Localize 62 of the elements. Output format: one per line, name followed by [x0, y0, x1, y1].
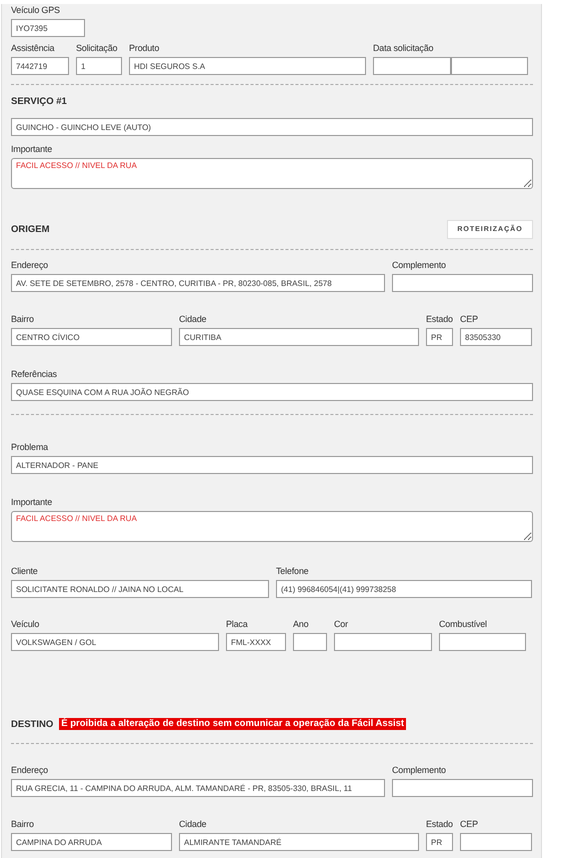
input-field[interactable]: RUA GRECIA, 11 - CAMPINA DO ARRUDA, ALM. TAMANDARÉ - PR, 83505-330, BRASIL, 11: [11, 779, 385, 797]
warning-banner: É proibida a alteração de destino sem comunicar a operação da Fácil Assist: [59, 718, 406, 730]
input-field[interactable]: [439, 633, 526, 651]
field-label: Assistência: [11, 42, 56, 54]
text-area[interactable]: FACIL ACESSO // NIVEL DA RUA: [11, 158, 533, 189]
field-label: Data solicitação: [373, 42, 434, 54]
input-field[interactable]: QUASE ESQUINA COM A RUA JOÃO NEGRÃO: [11, 383, 533, 401]
input-field[interactable]: PR: [426, 833, 453, 851]
field-label: CEP: [460, 313, 479, 325]
input-field[interactable]: SOLICITANTE RONALDO // JAINA NO LOCAL: [11, 580, 269, 598]
input-field[interactable]: IYO7395: [11, 19, 85, 37]
section-title: ORIGEM: [11, 224, 50, 235]
field-label: Cliente: [11, 565, 39, 577]
field-label: Importante: [11, 496, 54, 508]
input-field[interactable]: [450, 57, 528, 75]
input-field[interactable]: 83505330: [460, 328, 532, 346]
field-label: Telefone: [276, 565, 310, 577]
field-label: Cidade: [179, 313, 208, 325]
text-area[interactable]: FACIL ACESSO // NIVEL DA RUA: [11, 511, 533, 542]
field-label: Bairro: [11, 313, 35, 325]
field-label: Solicitação: [76, 42, 118, 54]
input-field[interactable]: ALMIRANTE TAMANDARÉ: [179, 833, 419, 851]
field-label: Estado: [426, 818, 453, 830]
input-field[interactable]: 1: [76, 57, 122, 75]
input-field[interactable]: [392, 274, 533, 292]
field-label: Complemento: [392, 259, 447, 271]
input-field[interactable]: [293, 633, 327, 651]
field-label: Endereço: [11, 764, 49, 776]
field-label: Estado: [426, 313, 453, 325]
field-label: Produto: [129, 42, 160, 54]
input-field[interactable]: AV. SETE DE SETEMBRO, 2578 - CENTRO, CURITIBA - PR, 80230-085, BRASIL, 2578: [11, 274, 385, 292]
field-label: Placa: [226, 618, 249, 630]
input-field[interactable]: VOLKSWAGEN / GOL: [11, 633, 219, 651]
field-label: Importante: [11, 143, 54, 155]
section-title: SERVIÇO #1: [11, 96, 67, 106]
input-field[interactable]: HDI SEGUROS S.A: [129, 57, 366, 75]
input-field[interactable]: 7442719: [11, 57, 69, 75]
field-label: Cor: [334, 618, 349, 630]
field-label: Veículo: [11, 618, 40, 630]
input-field[interactable]: CURITIBA: [179, 328, 419, 346]
input-field[interactable]: GUINCHO - GUINCHO LEVE (AUTO): [11, 118, 533, 136]
field-label: Complemento: [392, 764, 447, 776]
input-field[interactable]: [392, 779, 533, 797]
input-field[interactable]: [460, 833, 532, 851]
input-field[interactable]: ALTERNADOR - PANE: [11, 456, 533, 474]
input-field[interactable]: [334, 633, 432, 651]
field-label: Problema: [11, 441, 50, 453]
field-label: Combustível: [439, 618, 488, 630]
input-field[interactable]: (41) 996846054|(41) 999738258: [276, 580, 532, 598]
input-field[interactable]: PR: [426, 328, 453, 346]
field-label: Bairro: [11, 818, 35, 830]
input-field[interactable]: CENTRO CÍVICO: [11, 328, 172, 346]
input-field[interactable]: [373, 57, 450, 75]
section-title: DESTINO: [11, 718, 54, 730]
input-field[interactable]: CAMPINA DO ARRUDA: [11, 833, 172, 851]
field-label: CEP: [460, 818, 479, 830]
field-label: Ano: [293, 618, 310, 630]
field-label: Referências: [11, 368, 58, 380]
field-label: Veículo GPS: [11, 4, 61, 16]
field-label: Cidade: [179, 818, 208, 830]
input-field[interactable]: FML-XXXX: [226, 633, 286, 651]
field-label: Endereço: [11, 259, 49, 271]
